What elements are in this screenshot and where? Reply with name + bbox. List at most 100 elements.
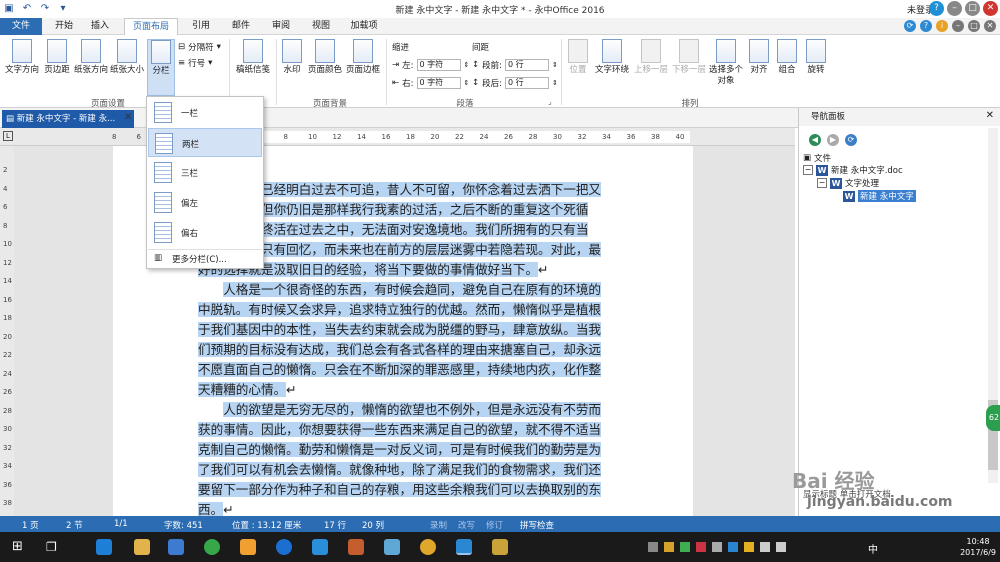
more-columns-option[interactable]: ▥ 更多分栏(C)... — [148, 249, 262, 267]
space-before-field[interactable]: 0 行 — [505, 59, 549, 71]
indent-left-field[interactable]: 0 字符 — [416, 59, 461, 71]
tab-insert[interactable]: 插入 — [84, 18, 116, 35]
tree-document[interactable]: W 新建 永中文字 — [843, 190, 916, 202]
position-button[interactable]: 位置 — [564, 39, 592, 76]
tab-home[interactable]: 开始 — [48, 18, 80, 35]
k-app-icon[interactable] — [276, 539, 292, 555]
paper-size-button[interactable]: 纸张大小 — [109, 39, 145, 76]
minimize-icon[interactable]: – — [947, 1, 962, 16]
nav-refresh-icon[interactable]: ⟳ — [845, 134, 857, 146]
spinner-icon[interactable]: ⇕ — [552, 61, 558, 69]
tree-category[interactable]: − W 文字处理 — [817, 177, 879, 189]
column-option-two[interactable]: 两栏 — [148, 128, 262, 157]
column-option-right[interactable]: 偏右 — [148, 218, 262, 247]
rotate-button[interactable]: 旋转 — [802, 39, 830, 76]
indent-right-field[interactable]: 0 字符 — [416, 77, 461, 89]
vertical-ruler[interactable]: 2 4 6 8 10 12 14 16 18 20 22 24 26 28 30 32 34 36 38 — [0, 146, 14, 516]
tree-root[interactable]: ▣ 文件 — [803, 152, 831, 164]
select-objects-button[interactable]: 选择多个对象 — [708, 39, 744, 87]
paragraph-2[interactable]: 人格是一个很奇怪的东西，有时候会趋同，避免自己在原有的环境的中脱轨。有时候又会求… — [198, 280, 608, 400]
watermark-button[interactable]: 水印 — [280, 39, 304, 76]
orientation-button[interactable]: 纸张方向 — [73, 39, 109, 76]
tray-icon[interactable] — [696, 542, 706, 552]
minimize-ribbon-icon[interactable]: – — [952, 20, 964, 32]
spinner-icon[interactable]: ⇕ — [552, 79, 558, 87]
status-revise[interactable]: 修订 — [486, 519, 503, 531]
collapse-icon[interactable]: − — [817, 178, 827, 188]
align-button[interactable]: 对齐 — [746, 39, 772, 76]
tab-mail[interactable]: 邮件 — [225, 18, 257, 35]
tab-review[interactable]: 审阅 — [265, 18, 297, 35]
help-icon[interactable]: ? — [929, 1, 944, 16]
nav-forward-icon[interactable]: ▶ — [827, 134, 839, 146]
columns-button[interactable]: 分栏 — [147, 39, 175, 96]
line-numbers-button[interactable]: ≡ 行号 ▾ — [178, 57, 212, 69]
tools-icon[interactable] — [348, 539, 364, 555]
column-option-three[interactable]: 三栏 — [148, 158, 262, 187]
breaks-button[interactable]: ⊟ 分隔符 ▾ — [178, 41, 221, 53]
page-border-button[interactable]: 页面边框 — [344, 39, 382, 76]
tab-stop-icon[interactable]: L — [3, 131, 13, 141]
network-icon[interactable] — [760, 542, 770, 552]
close-doc-icon[interactable]: ✕ — [984, 20, 996, 32]
store-icon[interactable] — [168, 539, 184, 555]
status-spell[interactable]: 拼写检查 — [520, 519, 554, 531]
bring-forward-button[interactable]: 上移一层 — [632, 39, 670, 76]
edge-icon[interactable] — [96, 539, 112, 555]
tray-icon[interactable] — [648, 542, 658, 552]
collapse-icon[interactable]: − — [803, 165, 813, 175]
tab-addins[interactable]: 加载项 — [344, 18, 384, 35]
group-button[interactable]: 组合 — [774, 39, 800, 76]
yozo-office-icon[interactable] — [456, 539, 472, 555]
restore-icon[interactable]: □ — [965, 1, 980, 16]
nav-close-icon[interactable]: ✕ — [986, 110, 994, 121]
document-tab[interactable]: ▤ 新建 永中文字 - 新建 永... — [2, 110, 134, 128]
tray-icon[interactable] — [744, 542, 754, 552]
column-option-one[interactable]: 一栏 — [148, 98, 262, 127]
space-after-field[interactable]: 0 行 — [505, 77, 549, 89]
spinner-icon[interactable]: ⇕ — [464, 61, 470, 69]
column-option-left[interactable]: 偏左 — [148, 188, 262, 217]
lol-icon[interactable] — [492, 539, 508, 555]
tray-icon[interactable] — [664, 542, 674, 552]
speed-badge[interactable]: 62 — [986, 405, 1000, 431]
paragraph-launcher-icon[interactable]: ⌟ — [548, 97, 552, 106]
status-overwrite[interactable]: 改写 — [458, 519, 475, 531]
refresh-icon[interactable]: ⟳ — [904, 20, 916, 32]
volume-icon[interactable] — [776, 542, 786, 552]
bluetooth-icon[interactable] — [728, 542, 738, 552]
nav-back-icon[interactable]: ◀ — [809, 134, 821, 146]
horizontal-ruler[interactable]: L 86422468101214161820222426283032343638… — [0, 128, 795, 146]
tab-view[interactable]: 视图 — [305, 18, 337, 35]
paragraph-3[interactable]: 人的欲望是无穷无尽的，懒惰的欲望也不例外，但是永远没有不劳而获的事情。因此，你想… — [198, 400, 608, 520]
close-icon[interactable]: ✕ — [983, 1, 998, 16]
game-icon[interactable] — [420, 539, 436, 555]
help-icon[interactable]: ? — [920, 20, 932, 32]
text-wrap-button[interactable]: 文字环绕 — [592, 39, 632, 76]
tray-icon[interactable] — [680, 542, 690, 552]
cloud-icon[interactable] — [712, 542, 722, 552]
status-record[interactable]: 录制 — [430, 519, 447, 531]
tab-references[interactable]: 引用 — [185, 18, 217, 35]
pen-app-icon[interactable] — [384, 539, 400, 555]
task-view-icon[interactable]: ❐ — [46, 540, 57, 554]
margins-button[interactable]: 页边距 — [41, 39, 73, 76]
ime-indicator[interactable]: 中 — [868, 541, 878, 556]
restore-doc-icon[interactable]: □ — [968, 20, 980, 32]
spinner-icon[interactable]: ⇕ — [464, 79, 470, 87]
qq-browser-icon[interactable] — [312, 539, 328, 555]
text-direction-button[interactable]: 文字方向 — [3, 39, 41, 76]
info-icon[interactable]: i — [936, 20, 948, 32]
tab-page-layout[interactable]: 页面布局 — [124, 18, 178, 35]
clock[interactable]: 10:48 2017/6/9 — [960, 536, 996, 558]
360-icon[interactable] — [204, 539, 220, 555]
start-icon[interactable]: ⊞ — [12, 540, 23, 553]
explorer-icon[interactable] — [134, 539, 150, 555]
send-backward-button[interactable]: 下移一层 — [670, 39, 708, 76]
page-color-button[interactable]: 页面颜色 — [306, 39, 344, 76]
file-menu[interactable]: 文件 — [0, 18, 42, 35]
status-words[interactable]: 字数: 451 — [164, 519, 203, 531]
tree-file[interactable]: − W 新建 永中文字.doc — [803, 164, 903, 176]
browser-icon[interactable] — [240, 539, 256, 555]
manuscript-button[interactable]: 稿纸信笺 — [233, 39, 273, 76]
